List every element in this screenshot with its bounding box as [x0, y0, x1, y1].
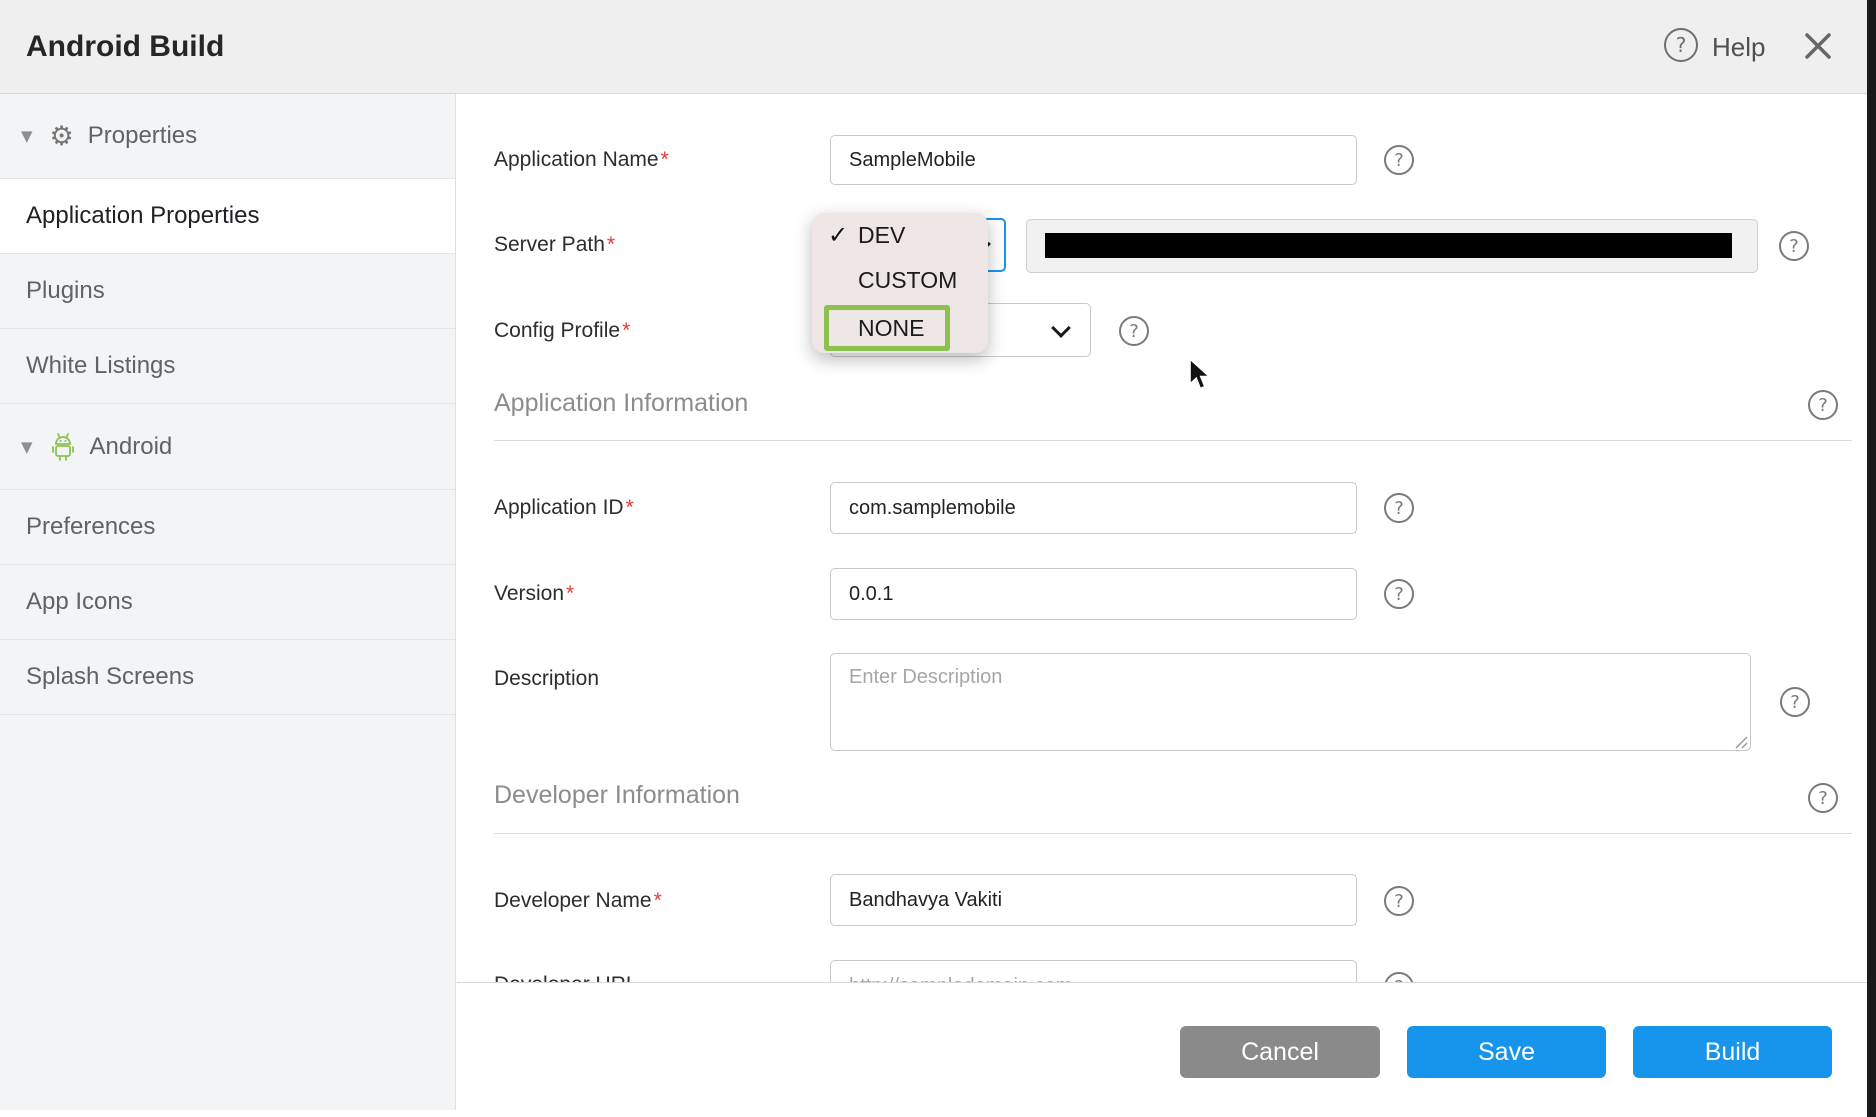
developer-url-label: Developer URL: [494, 970, 638, 983]
section-divider: [494, 833, 1852, 834]
required-asterisk: *: [626, 496, 634, 519]
application-name-help-icon[interactable]: ?: [1384, 145, 1414, 175]
dialog-title: Android Build: [26, 0, 224, 94]
sidebar-item-splash-screens[interactable]: Splash Screens: [0, 640, 455, 715]
required-asterisk: *: [607, 233, 615, 256]
sidebar: ▼ ⚙ Properties Application Properties Pl…: [0, 94, 456, 1110]
help-circle-icon[interactable]: ?: [1664, 28, 1698, 62]
help-button[interactable]: Help: [1712, 0, 1765, 94]
developer-url-help-icon[interactable]: ?: [1384, 972, 1414, 983]
question-mark-glyph: ?: [1789, 236, 1799, 257]
sidebar-item-label: Application Properties: [26, 202, 259, 230]
application-id-label: Application ID*: [494, 493, 634, 523]
save-button[interactable]: Save: [1407, 1026, 1606, 1078]
question-mark-glyph: ?: [1394, 891, 1404, 912]
version-help-icon[interactable]: ?: [1384, 579, 1414, 609]
server-path-dropdown-menu: ✓ DEV CUSTOM NONE: [812, 213, 988, 353]
application-information-help-icon[interactable]: ?: [1808, 390, 1838, 420]
check-icon: ✓: [828, 213, 848, 258]
developer-name-label: Developer Name*: [494, 886, 662, 916]
version-input[interactable]: [830, 568, 1357, 620]
version-label: Version*: [494, 579, 574, 609]
form-panel: Application Name* ? Server Path* ? Confi…: [457, 94, 1867, 983]
config-profile-label: Config Profile*: [494, 316, 630, 346]
question-mark-glyph: ?: [1129, 321, 1139, 342]
question-mark-glyph: ?: [1676, 33, 1687, 57]
server-path-url-field[interactable]: [1026, 219, 1758, 273]
application-name-label: Application Name*: [494, 145, 669, 175]
question-mark-glyph: ?: [1394, 584, 1404, 605]
description-help-icon[interactable]: ?: [1780, 687, 1810, 717]
developer-information-title: Developer Information: [494, 781, 740, 810]
sidebar-item-preferences[interactable]: Preferences: [0, 490, 455, 565]
sidebar-item-label: White Listings: [26, 352, 175, 380]
developer-information-help-icon[interactable]: ?: [1808, 783, 1838, 813]
server-path-label: Server Path*: [494, 230, 615, 260]
sidebar-group-label: Properties: [88, 122, 197, 150]
redacted-value: [1045, 233, 1732, 258]
android-robot-icon: [50, 431, 76, 463]
question-mark-glyph: ?: [1818, 788, 1828, 809]
chevron-down-triangle-icon: ▼: [21, 127, 33, 145]
gear-icon: ⚙: [50, 123, 74, 150]
dialog-header: Android Build ? Help: [0, 0, 1867, 94]
question-mark-glyph: ?: [1790, 692, 1800, 713]
required-asterisk: *: [566, 582, 574, 605]
question-mark-glyph: ?: [1394, 150, 1404, 171]
config-profile-help-icon[interactable]: ?: [1119, 316, 1149, 346]
sidebar-item-white-listings[interactable]: White Listings: [0, 329, 455, 404]
question-mark-glyph: ?: [1394, 977, 1404, 984]
developer-name-input[interactable]: [830, 874, 1357, 926]
developer-name-help-icon[interactable]: ?: [1384, 886, 1414, 916]
application-information-title: Application Information: [494, 389, 748, 418]
required-asterisk: *: [622, 319, 630, 342]
sidebar-item-label: Preferences: [26, 513, 155, 541]
dropdown-option-custom[interactable]: CUSTOM: [812, 258, 988, 303]
dropdown-option-dev[interactable]: ✓ DEV: [812, 213, 988, 258]
server-path-help-icon[interactable]: ?: [1779, 231, 1809, 261]
cancel-button[interactable]: Cancel: [1180, 1026, 1380, 1078]
highlight-box: [824, 305, 950, 351]
sidebar-item-label: Plugins: [26, 277, 105, 305]
required-asterisk: *: [654, 889, 662, 912]
sidebar-group-properties[interactable]: ▼ ⚙ Properties: [0, 94, 455, 179]
close-icon[interactable]: [1800, 28, 1836, 64]
build-button[interactable]: Build: [1633, 1026, 1832, 1078]
sidebar-group-android[interactable]: ▼ Android: [0, 404, 455, 490]
sidebar-group-label: Android: [90, 433, 173, 461]
section-divider: [494, 440, 1852, 441]
developer-url-input[interactable]: [830, 960, 1357, 983]
question-mark-glyph: ?: [1818, 395, 1828, 416]
resize-grip-icon[interactable]: [1733, 734, 1748, 754]
sidebar-item-label: App Icons: [26, 588, 133, 616]
description-textarea[interactable]: [830, 653, 1751, 751]
description-label: Description: [494, 664, 599, 694]
sidebar-item-app-icons[interactable]: App Icons: [0, 565, 455, 640]
application-id-input[interactable]: [830, 482, 1357, 534]
screen-edge: [1867, 0, 1876, 1117]
application-name-input[interactable]: [830, 135, 1357, 185]
required-asterisk: *: [661, 148, 669, 171]
sidebar-item-application-properties[interactable]: Application Properties: [0, 179, 455, 254]
chevron-down-icon: [1051, 318, 1071, 338]
application-id-help-icon[interactable]: ?: [1384, 493, 1414, 523]
sidebar-item-plugins[interactable]: Plugins: [0, 254, 455, 329]
dropdown-option-label: DEV: [858, 213, 905, 258]
dropdown-option-label: CUSTOM: [858, 258, 957, 303]
sidebar-item-label: Splash Screens: [26, 663, 194, 691]
android-build-dialog: Android Build ? Help ▼ ⚙ Properties Appl…: [0, 0, 1876, 1117]
question-mark-glyph: ?: [1394, 498, 1404, 519]
chevron-down-triangle-icon: ▼: [21, 438, 33, 456]
